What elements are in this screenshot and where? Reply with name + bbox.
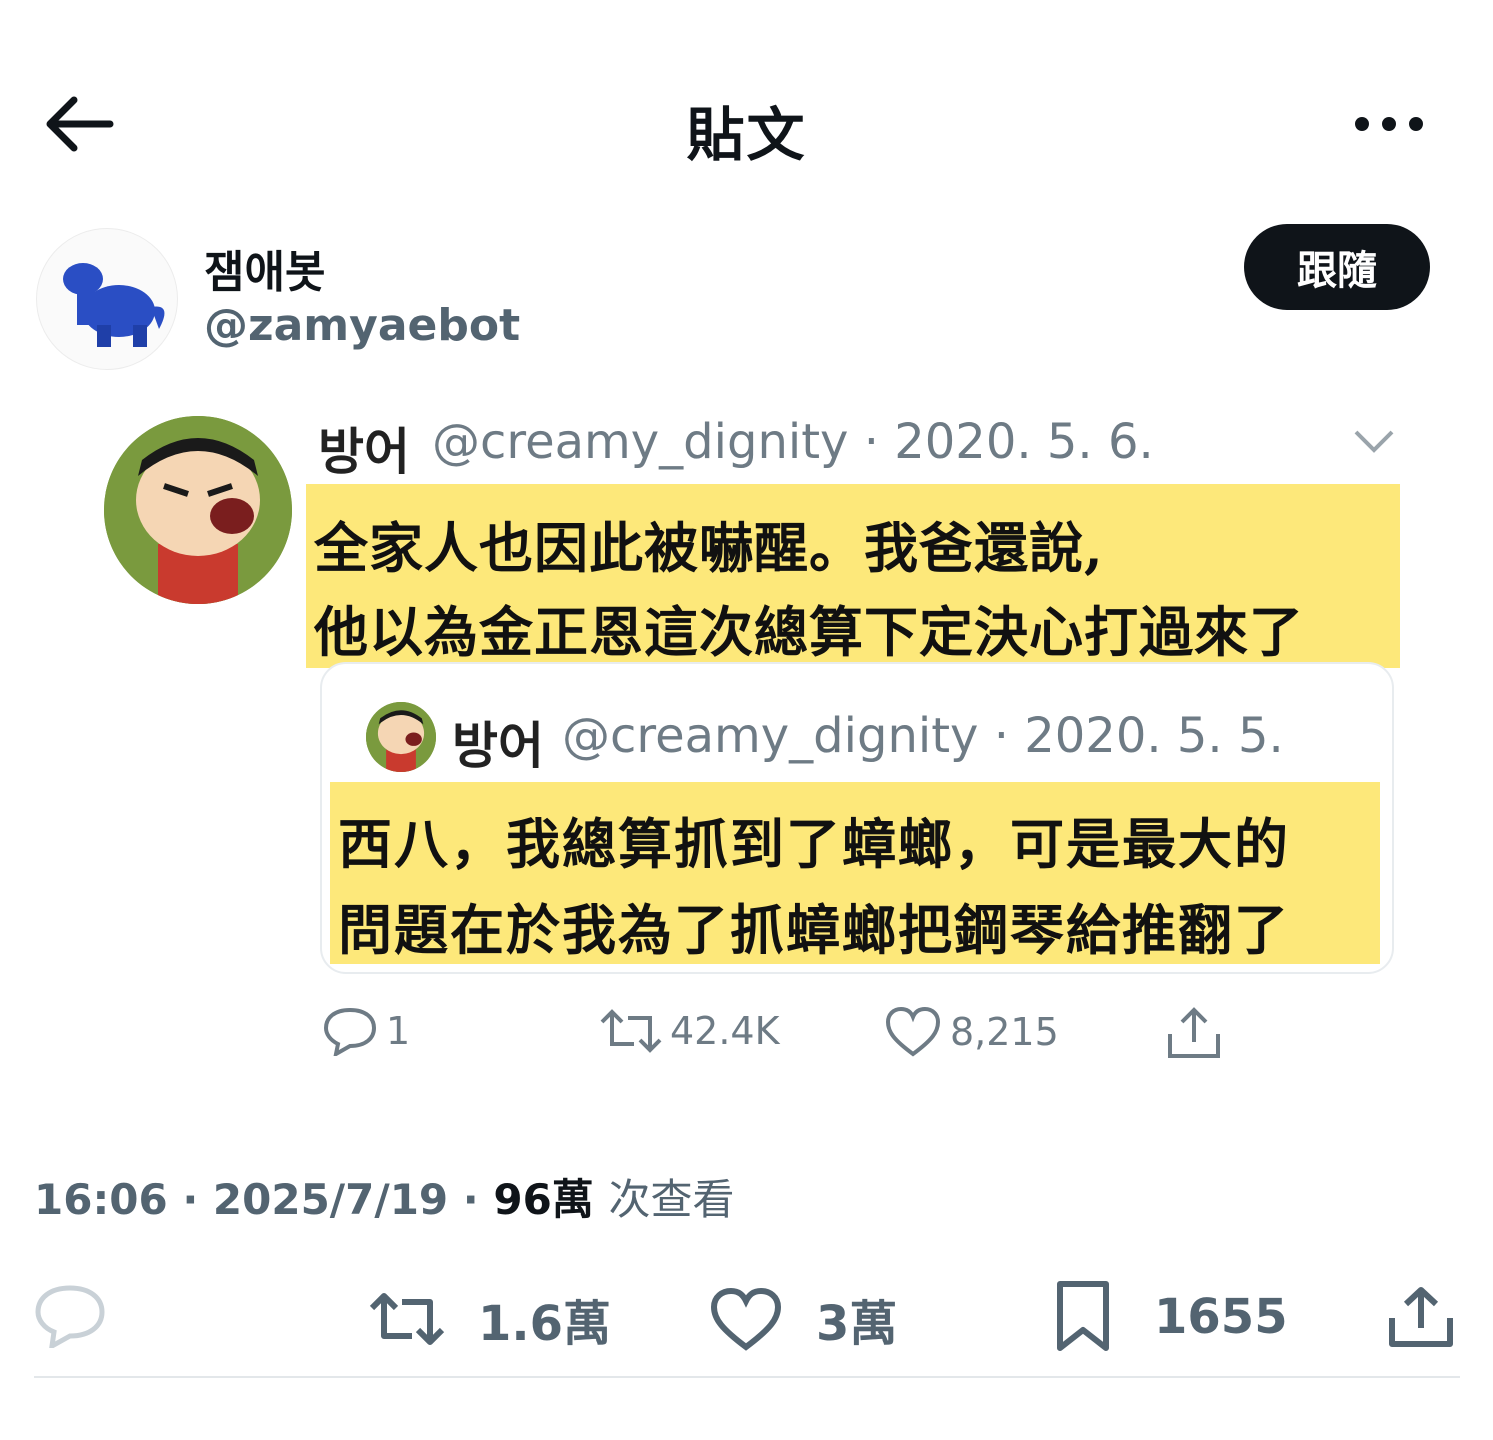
- share-icon: [1168, 1007, 1220, 1058]
- more-icon: [1355, 117, 1423, 131]
- view-count: 96萬: [493, 1175, 594, 1224]
- retweet-icon: [369, 1293, 445, 1345]
- bookmark-total: 1655: [1154, 1289, 1288, 1345]
- bookmark-button[interactable]: 1655: [1052, 1280, 1288, 1354]
- embedded-author-avatar: [104, 416, 292, 604]
- quoted-author-avatar: [366, 702, 436, 772]
- retweet-total: 1.6萬: [478, 1296, 612, 1352]
- tweet-timestamp: 16:06 · 2025/7/19 · 96萬 次查看: [34, 1175, 735, 1224]
- bookmark-icon: [1057, 1281, 1109, 1351]
- retweet-count: 42.4K: [670, 1009, 780, 1053]
- share-icon: [1389, 1287, 1453, 1347]
- embedded-like-stat: 8,215: [884, 1006, 1059, 1058]
- caption-line: 問題在於我為了抓蟑螂把鋼琴給推翻了: [338, 898, 1290, 962]
- author-avatar[interactable]: [36, 228, 178, 370]
- reply-button[interactable]: [34, 1284, 106, 1348]
- quoted-author-name: 방어: [452, 717, 544, 775]
- like-icon: [710, 1287, 782, 1351]
- retweet-button[interactable]: 1.6萬: [366, 1284, 611, 1354]
- embedded-author-name: 방어: [318, 423, 410, 481]
- like-icon: [885, 1006, 941, 1057]
- reply-count: 1: [386, 1009, 411, 1053]
- embedded-reply-stat: 1: [322, 1006, 410, 1056]
- caption-line: 全家人也因此被嚇醒。我爸還說,: [314, 516, 1104, 580]
- timestamp-time[interactable]: 16:06: [34, 1175, 168, 1224]
- author-name[interactable]: 잼애봇: [204, 236, 325, 300]
- reply-icon: [323, 1007, 377, 1056]
- cartoon-character-image: [104, 416, 292, 604]
- dinosaur-plush-image: [63, 263, 165, 347]
- caption-line: 他以為金正恩這次總算下定決心打過來了: [314, 600, 1304, 664]
- retweet-icon: [600, 1009, 662, 1053]
- page-title: 貼文: [686, 101, 807, 169]
- cartoon-character-image: [366, 702, 436, 772]
- quoted-author-meta: @creamy_dignity · 2020. 5. 5.: [562, 708, 1284, 764]
- follow-button[interactable]: 跟隨: [1244, 224, 1430, 310]
- chevron-down-icon: [1352, 426, 1396, 456]
- embedded-retweet-stat: 42.4K: [598, 1006, 780, 1056]
- more-button[interactable]: [1348, 104, 1430, 144]
- divider: [34, 1376, 1460, 1378]
- caption-line: 西八，我總算抓到了蟑螂，可是最大的: [338, 812, 1290, 876]
- like-count: 8,215: [950, 1010, 1059, 1054]
- timestamp-date[interactable]: 2025/7/19: [213, 1175, 448, 1224]
- view-label: 次查看: [608, 1175, 735, 1224]
- embedded-author-meta: @creamy_dignity · 2020. 5. 6.: [432, 414, 1154, 470]
- share-button[interactable]: [1386, 1284, 1456, 1350]
- reply-icon: [35, 1285, 105, 1348]
- author-handle[interactable]: @zamyaebot: [204, 300, 520, 351]
- like-total: 3萬: [816, 1296, 898, 1352]
- embedded-share-stat: [1164, 1004, 1224, 1062]
- like-button[interactable]: 3萬: [710, 1284, 897, 1354]
